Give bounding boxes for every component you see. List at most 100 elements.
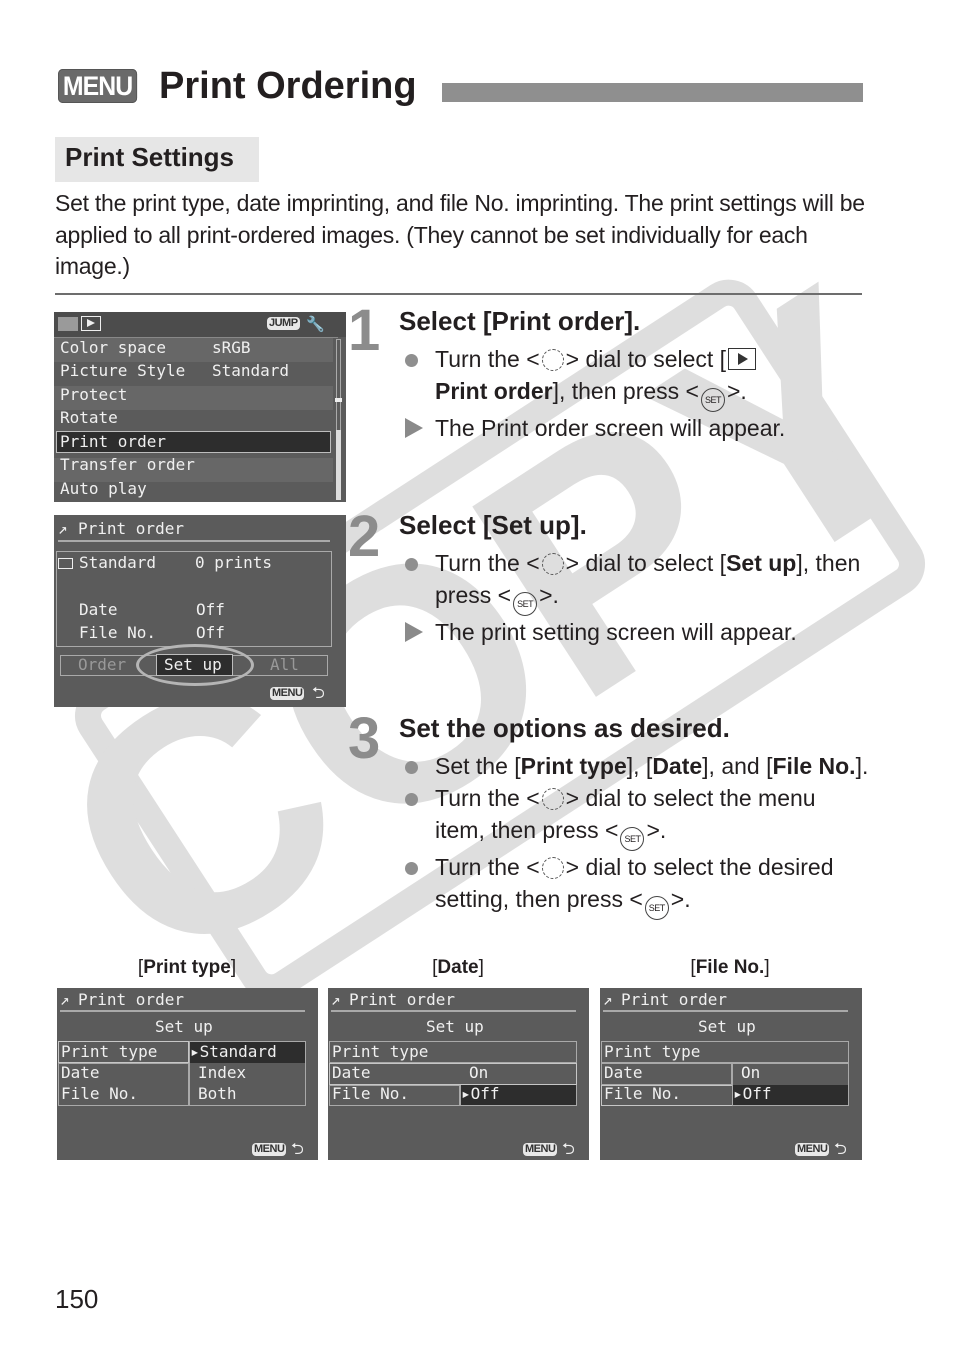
setup-row-selected[interactable]: Date	[332, 1063, 371, 1083]
step-3-instruction-2: Turn the < > dial to select the menu item…	[399, 782, 869, 851]
page-title: Print Ordering	[159, 65, 417, 107]
menu-item[interactable]: Color space	[60, 338, 166, 358]
playback-icon	[728, 348, 757, 370]
setup-row[interactable]: Date	[604, 1063, 643, 1083]
date-value: Off	[196, 600, 225, 619]
setup-row[interactable]: Print type	[61, 1042, 157, 1062]
dial-icon	[541, 553, 564, 575]
step-1-number: 1	[348, 298, 381, 363]
dial-icon	[541, 857, 564, 879]
camera-screen-setup-print-type: ↗ Print order Set up Print type Date Fil…	[57, 988, 318, 1160]
title-decor-bar	[442, 83, 863, 102]
menu-icon: MENU	[58, 69, 138, 103]
intro-text: Set the print type, date imprinting, and…	[55, 190, 865, 279]
step-3-heading: Set the options as desired.	[399, 713, 730, 743]
dial-icon	[541, 788, 564, 810]
return-arrow-icon: ⮌	[312, 683, 325, 702]
file-no-value: Off	[196, 623, 225, 642]
option-selected[interactable]: ▸Off	[461, 1084, 500, 1104]
scrollbar-thumb[interactable]	[336, 430, 341, 500]
step-2-result: The print setting screen will appear.	[399, 616, 869, 648]
option[interactable]: Index	[198, 1063, 246, 1083]
menu-item-value: sRGB	[212, 338, 251, 357]
menu-item[interactable]: Transfer order	[60, 455, 195, 475]
option-selected[interactable]: ▸Off	[733, 1084, 772, 1104]
tab-icon-blank	[58, 317, 78, 331]
setup-row[interactable]: Print type	[604, 1042, 700, 1062]
print-count: 0 prints	[195, 553, 273, 572]
screen-subtitle: Set up	[155, 1017, 213, 1036]
setup-tab-icon: 🔧	[306, 315, 325, 333]
step-2-instruction: Turn the < > dial to select [Set up], the…	[399, 547, 869, 616]
menu-item-selected[interactable]: Print order	[60, 432, 166, 452]
playback-tab-icon	[81, 316, 101, 331]
camera-screen-setup-date: ↗ Print order Set up Print type Date Fil…	[328, 988, 589, 1160]
setup-row[interactable]: File No.	[332, 1084, 409, 1104]
screen-title: Print order	[621, 990, 727, 1009]
dial-icon	[541, 349, 564, 371]
menu-return-icon: MENU	[795, 1143, 830, 1156]
option[interactable]: On	[469, 1063, 488, 1083]
camera-screen-playback-menu: JUMP 🔧 Color space sRGB Picture Style St…	[54, 312, 346, 502]
return-arrow-icon: ⮌	[834, 1139, 847, 1158]
step-2-heading: Select [Set up].	[399, 510, 587, 540]
result-arrow-icon	[405, 622, 423, 642]
selection-circle	[136, 644, 254, 686]
step-3-instruction-3: Turn the < > dial to select the desired s…	[399, 851, 869, 920]
step-1-instruction: Turn the < > dial to select [ Print order…	[399, 343, 869, 412]
screen-title: Print order	[78, 519, 184, 538]
setup-row[interactable]: Print type	[332, 1042, 428, 1062]
menu-return-icon: MENU	[252, 1143, 287, 1156]
jump-icon: JUMP	[267, 317, 300, 330]
print-order-icon: ↗	[331, 990, 341, 1009]
step-3-instruction-1: Set the [Print type], [Date], and [File …	[399, 750, 869, 782]
menu-item[interactable]: Rotate	[60, 408, 118, 428]
print-type-icon	[58, 558, 73, 569]
screen-title: Print order	[349, 990, 455, 1009]
return-arrow-icon: ⮌	[562, 1139, 575, 1158]
step-3-bullets: Set the [Print type], [Date], and [File …	[399, 750, 869, 920]
date-label: Date	[79, 600, 118, 619]
option-selected[interactable]: ▸Standard	[190, 1042, 277, 1062]
screen-subtitle: Set up	[698, 1017, 756, 1036]
result-arrow-icon	[405, 418, 423, 438]
step-1-heading: Select [Print order].	[399, 306, 641, 336]
caption-print-type: [Print type]	[137, 957, 237, 978]
caption-file-no: [File No.]	[690, 957, 770, 978]
set-button-icon: SET	[513, 592, 538, 616]
page-number: 150	[55, 1284, 99, 1314]
step-3-number: 3	[348, 706, 381, 771]
step-1-bullets: Turn the < > dial to select [ Print order…	[399, 343, 869, 444]
menu-item[interactable]: Auto play	[60, 479, 147, 499]
screen-subtitle: Set up	[426, 1017, 484, 1036]
screen-title: Print order	[78, 990, 184, 1009]
setup-row[interactable]: Date	[61, 1063, 100, 1083]
setup-row[interactable]: File No.	[61, 1084, 138, 1104]
camera-screen-print-order: ↗ Print order Standard 0 prints Date Off…	[54, 515, 346, 707]
step-2-number: 2	[348, 504, 381, 569]
step-2-bullets: Turn the < > dial to select [Set up], the…	[399, 547, 869, 648]
return-arrow-icon: ⮌	[291, 1139, 304, 1158]
caption-date: [Date]	[432, 957, 484, 978]
setup-row-selected[interactable]: File No.	[604, 1084, 681, 1104]
print-order-icon: ↗	[58, 519, 68, 538]
print-type-value: Standard	[79, 553, 157, 572]
set-button-icon: SET	[700, 388, 725, 412]
divider	[55, 293, 862, 295]
all-button[interactable]: All	[270, 655, 299, 675]
order-button[interactable]: Order	[78, 655, 126, 675]
camera-screen-setup-file-no: ↗ Print order Set up Print type Date Fil…	[600, 988, 862, 1160]
file-no-label: File No.	[79, 623, 157, 642]
menu-return-icon: MENU	[523, 1143, 558, 1156]
print-order-icon: ↗	[603, 990, 613, 1009]
set-button-icon: SET	[620, 827, 645, 851]
option[interactable]: Both	[198, 1084, 237, 1104]
menu-item[interactable]: Protect	[60, 385, 127, 405]
menu-item[interactable]: Picture Style	[60, 361, 185, 381]
menu-item-value: Standard	[212, 361, 290, 380]
set-button-icon: SET	[644, 896, 669, 920]
print-order-icon: ↗	[60, 990, 70, 1009]
option[interactable]: On	[741, 1063, 760, 1083]
step-1-result: The Print order screen will appear.	[399, 412, 869, 444]
section-title: Print Settings	[65, 142, 235, 172]
